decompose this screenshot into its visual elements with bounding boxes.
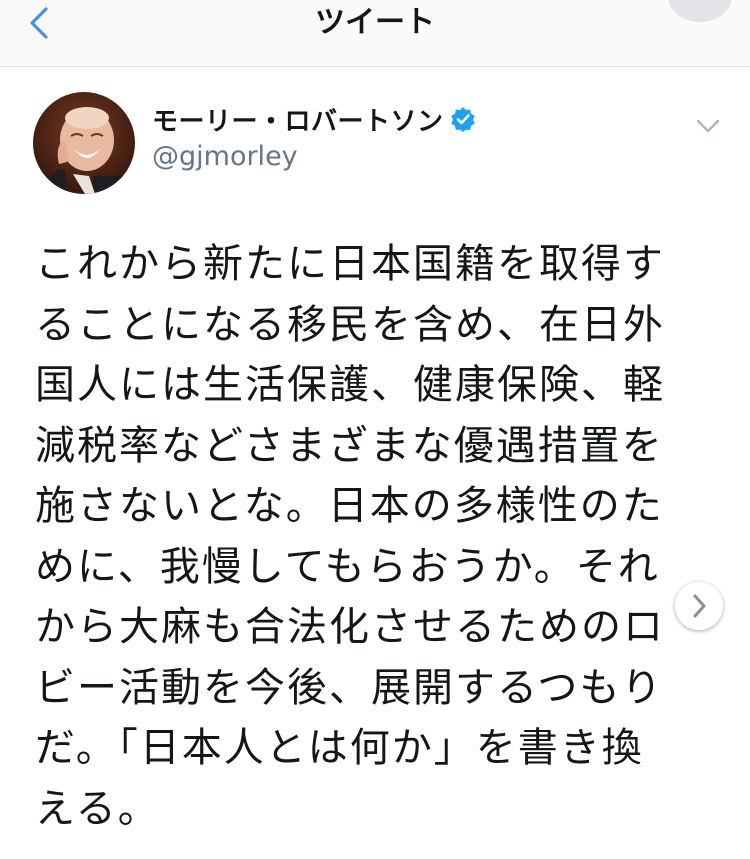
verified-badge-icon	[450, 106, 476, 132]
tweet-text: これから新たに日本国籍を取得す ることになる移民を含め、在日外 国人には生活保護…	[35, 241, 665, 832]
author-handle[interactable]: @gjmorley	[152, 140, 298, 174]
next-button[interactable]	[675, 582, 723, 630]
tweet-options-button[interactable]	[692, 110, 724, 142]
page-title: ツイート	[315, 5, 435, 40]
author-name-row: モーリー・ロバートソン	[152, 101, 476, 137]
chevron-down-icon	[696, 119, 720, 133]
avatar[interactable]	[33, 92, 135, 194]
avatar-photo	[33, 92, 135, 194]
chevron-right-icon	[693, 594, 706, 618]
author-display-name[interactable]: モーリー・ロバートソン	[152, 101, 444, 138]
navigation-bar: ツイート	[0, 0, 750, 67]
